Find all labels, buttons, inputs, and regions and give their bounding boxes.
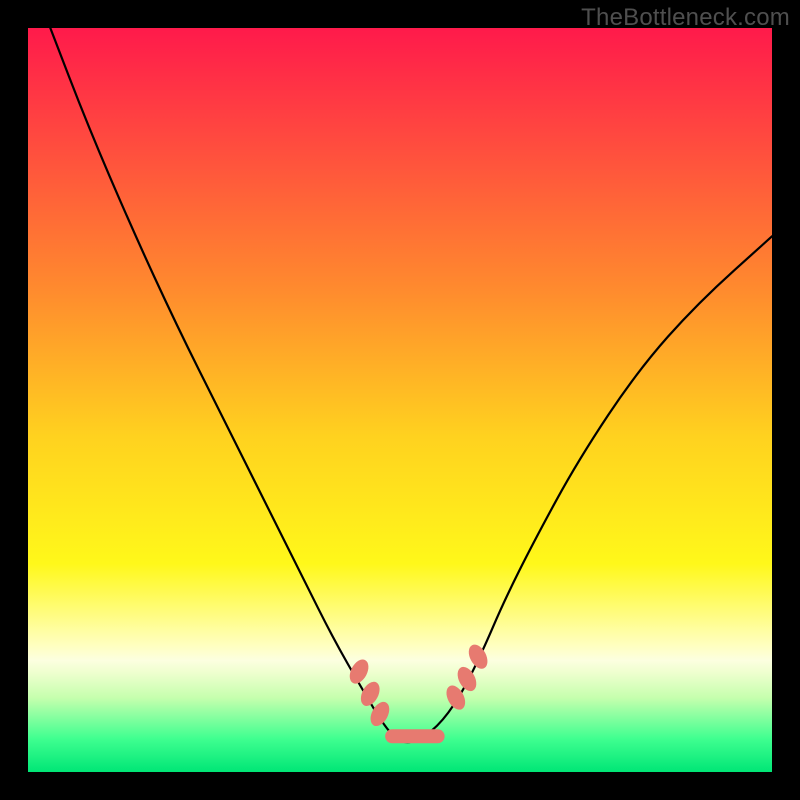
chart-plot-area bbox=[28, 28, 772, 772]
chart-frame: TheBottleneck.com bbox=[0, 0, 800, 800]
valley-bar bbox=[385, 729, 445, 743]
chart-svg bbox=[28, 28, 772, 772]
